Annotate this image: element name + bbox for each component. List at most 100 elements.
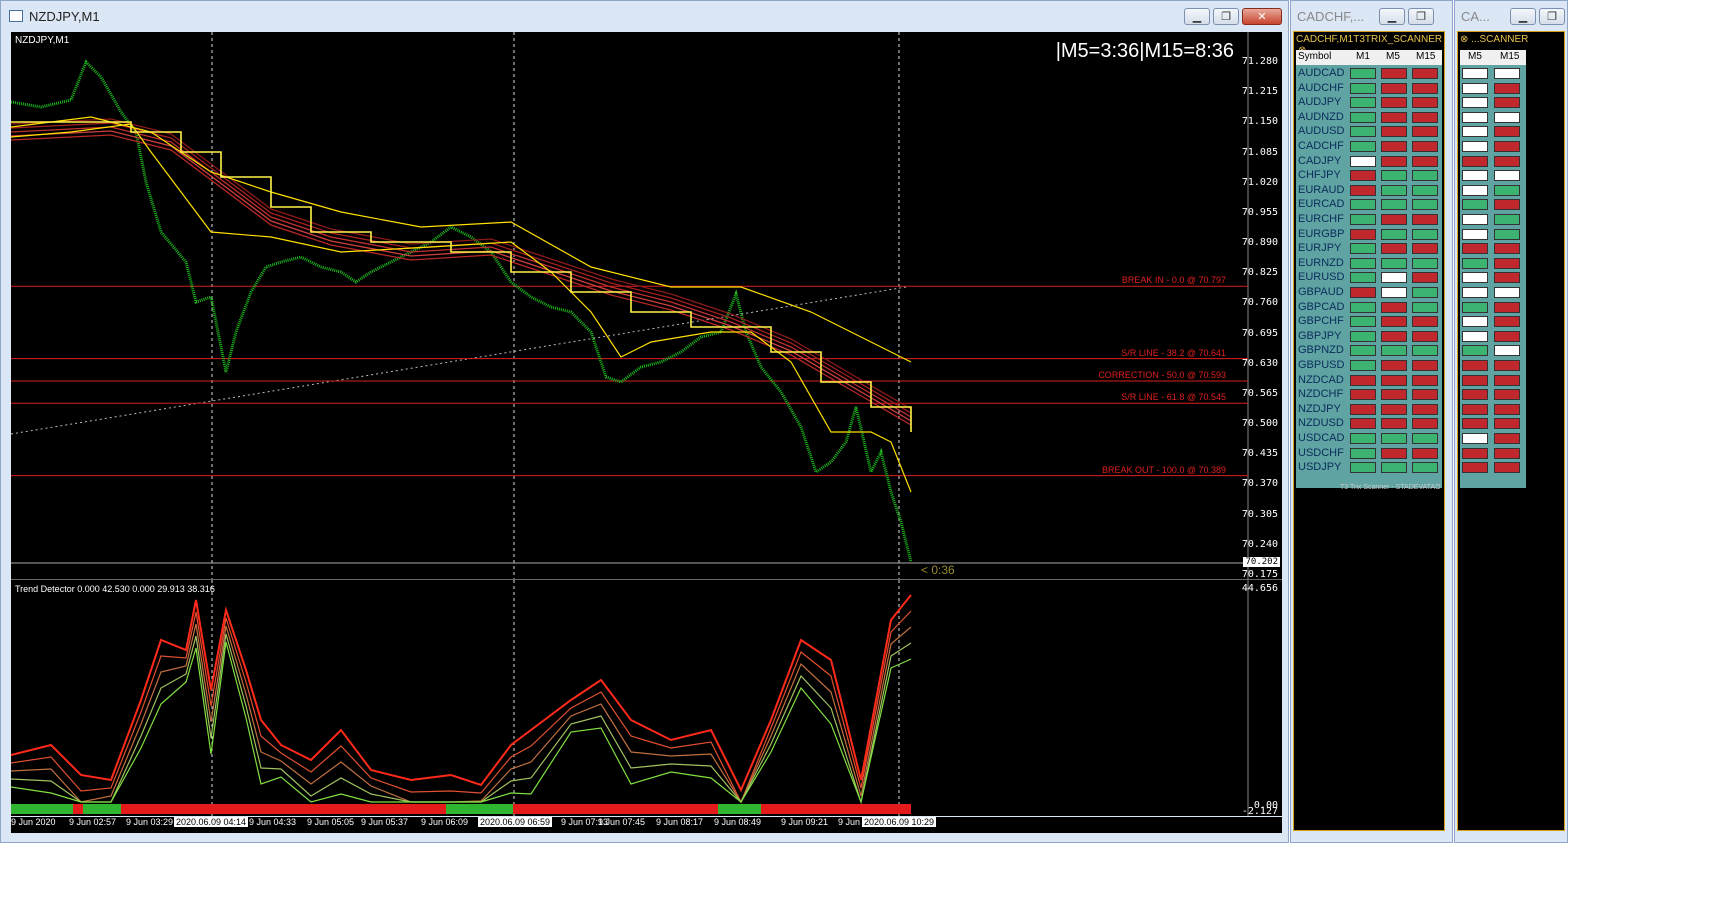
scanner2-row[interactable]: [1460, 241, 1526, 256]
scanner2-row[interactable]: [1460, 373, 1526, 388]
scanner1-row[interactable]: EURCAD: [1296, 197, 1442, 212]
scanner2-row[interactable]: [1460, 460, 1526, 475]
scanner1-symbol[interactable]: GBPJPY: [1298, 330, 1341, 342]
scanner1-symbol[interactable]: GBPUSD: [1298, 359, 1344, 371]
scanner1-row[interactable]: EURJPY: [1296, 241, 1442, 256]
scanner1-row[interactable]: GBPJPY: [1296, 329, 1442, 344]
scanner2-row[interactable]: [1460, 227, 1526, 242]
scanner1-row[interactable]: EURAUD: [1296, 183, 1442, 198]
scanner1-row[interactable]: EURUSD: [1296, 270, 1442, 285]
scanner1-symbol[interactable]: AUDJPY: [1298, 96, 1341, 108]
scanner1-symbol[interactable]: GBPCHF: [1298, 315, 1344, 327]
scanner2-row[interactable]: [1460, 154, 1526, 169]
scanner2-row[interactable]: [1460, 387, 1526, 402]
scanner1-symbol[interactable]: GBPCAD: [1298, 301, 1344, 313]
scanner2-restore-button[interactable]: ❐: [1539, 8, 1565, 25]
scanner2-row[interactable]: [1460, 66, 1526, 81]
scanner2-row[interactable]: [1460, 446, 1526, 461]
scanner1-row[interactable]: CADCHF: [1296, 139, 1442, 154]
scanner1-symbol[interactable]: NZDUSD: [1298, 417, 1344, 429]
scanner1-row[interactable]: CADJPY: [1296, 154, 1442, 169]
scanner2-row[interactable]: [1460, 270, 1526, 285]
scanner1-symbol[interactable]: NZDCAD: [1298, 374, 1344, 386]
scanner2-row[interactable]: [1460, 124, 1526, 139]
scanner1-symbol[interactable]: GBPAUD: [1298, 286, 1344, 298]
scanner1-row[interactable]: AUDJPY: [1296, 95, 1442, 110]
scanner2-row[interactable]: [1460, 300, 1526, 315]
scanner1-symbol[interactable]: AUDNZD: [1298, 111, 1344, 123]
scanner1-row[interactable]: AUDUSD: [1296, 124, 1442, 139]
minimize-button[interactable]: ▁: [1184, 8, 1210, 25]
scanner1-symbol[interactable]: EURAUD: [1298, 184, 1344, 196]
scanner2-row[interactable]: [1460, 285, 1526, 300]
scanner1-row[interactable]: USDCAD: [1296, 431, 1442, 446]
scanner1-row[interactable]: CHFJPY: [1296, 168, 1442, 183]
scanner1-symbol[interactable]: EURCAD: [1298, 198, 1344, 210]
scanner2-row[interactable]: [1460, 431, 1526, 446]
scanner1-symbol[interactable]: AUDCAD: [1298, 67, 1344, 79]
scanner2-minimize-button[interactable]: ▁: [1510, 8, 1536, 25]
scanner1-symbol[interactable]: GBPNZD: [1298, 344, 1344, 356]
scanner2-row[interactable]: [1460, 329, 1526, 344]
indicator-subwindow[interactable]: Trend Detector 0.000 42.530 0.000 29.913…: [11, 579, 1282, 817]
scanner1-row[interactable]: GBPUSD: [1296, 358, 1442, 373]
scanner1-symbol[interactable]: NZDCHF: [1298, 388, 1343, 400]
restore-button[interactable]: ❐: [1213, 8, 1239, 25]
scanner2-close-icon[interactable]: ⊗: [1460, 34, 1468, 45]
scanner1-symbol[interactable]: USDJPY: [1298, 461, 1341, 473]
scanner2-row[interactable]: [1460, 402, 1526, 417]
scanner1-symbol[interactable]: EURCHF: [1298, 213, 1344, 225]
scanner1-signal-cell: [1412, 97, 1438, 109]
scanner2-row[interactable]: [1460, 197, 1526, 212]
close-button[interactable]: ✕: [1242, 8, 1282, 25]
scanner1-row[interactable]: AUDNZD: [1296, 110, 1442, 125]
scanner2-row[interactable]: [1460, 212, 1526, 227]
scanner1-row[interactable]: EURNZD: [1296, 256, 1442, 271]
scanner1-symbol[interactable]: CADCHF: [1298, 140, 1344, 152]
scanner1-row[interactable]: GBPCAD: [1296, 300, 1442, 315]
scanner2-row[interactable]: [1460, 168, 1526, 183]
scanner1-row[interactable]: EURCHF: [1296, 212, 1442, 227]
scanner1-row[interactable]: NZDUSD: [1296, 416, 1442, 431]
scanner1-symbol[interactable]: AUDUSD: [1298, 125, 1344, 137]
scanner1-symbol[interactable]: NZDJPY: [1298, 403, 1341, 415]
scanner1-row[interactable]: NZDJPY: [1296, 402, 1442, 417]
scanner1-symbol[interactable]: EURNZD: [1298, 257, 1344, 269]
scanner1-row[interactable]: AUDCAD: [1296, 66, 1442, 81]
scanner1-row[interactable]: EURGBP: [1296, 227, 1442, 242]
scanner2-row[interactable]: [1460, 81, 1526, 96]
scanner1-symbol[interactable]: AUDCHF: [1298, 82, 1344, 94]
scanner1-row[interactable]: GBPNZD: [1296, 343, 1442, 358]
scanner2-row[interactable]: [1460, 256, 1526, 271]
scanner1-symbol[interactable]: EURGBP: [1298, 228, 1344, 240]
scanner1-symbol[interactable]: CHFJPY: [1298, 169, 1341, 181]
scanner2-row[interactable]: [1460, 314, 1526, 329]
scanner1-row[interactable]: NZDCHF: [1296, 387, 1442, 402]
scanner2-row[interactable]: [1460, 358, 1526, 373]
scanner1-row[interactable]: USDJPY: [1296, 460, 1442, 475]
scanner2-row[interactable]: [1460, 343, 1526, 358]
scanner1-row[interactable]: GBPAUD: [1296, 285, 1442, 300]
scanner1-titlebar[interactable]: CADCHF,... ▁ ❐: [1291, 1, 1452, 31]
scanner1-minimize-button[interactable]: ▁: [1379, 8, 1405, 25]
scanner2-row[interactable]: [1460, 139, 1526, 154]
scanner1-row[interactable]: AUDCHF: [1296, 81, 1442, 96]
price-chart[interactable]: NZDJPY,M1 |M5=3:36|M15=8:36 71.280 71.215…: [11, 32, 1282, 580]
scanner1-symbol[interactable]: CADJPY: [1298, 155, 1341, 167]
scanner2-titlebar[interactable]: CA... ▁ ❐: [1455, 1, 1567, 31]
scanner2-row[interactable]: [1460, 416, 1526, 431]
main-window-titlebar[interactable]: NZDJPY,M1 ▁ ❐ ✕: [1, 1, 1288, 31]
scanner1-row[interactable]: GBPCHF: [1296, 314, 1442, 329]
scanner1-row[interactable]: NZDCAD: [1296, 373, 1442, 388]
scanner1-signal-cell: [1350, 82, 1376, 94]
scanner2-row[interactable]: [1460, 110, 1526, 125]
scanner1-signal-cell: [1412, 82, 1438, 94]
scanner1-symbol[interactable]: EURUSD: [1298, 271, 1344, 283]
scanner1-symbol[interactable]: EURJPY: [1298, 242, 1341, 254]
scanner2-row[interactable]: [1460, 95, 1526, 110]
scanner1-symbol[interactable]: USDCAD: [1298, 432, 1344, 444]
scanner2-row[interactable]: [1460, 183, 1526, 198]
scanner1-restore-button[interactable]: ❐: [1408, 8, 1434, 25]
scanner1-symbol[interactable]: USDCHF: [1298, 447, 1344, 459]
scanner1-row[interactable]: USDCHF: [1296, 446, 1442, 461]
